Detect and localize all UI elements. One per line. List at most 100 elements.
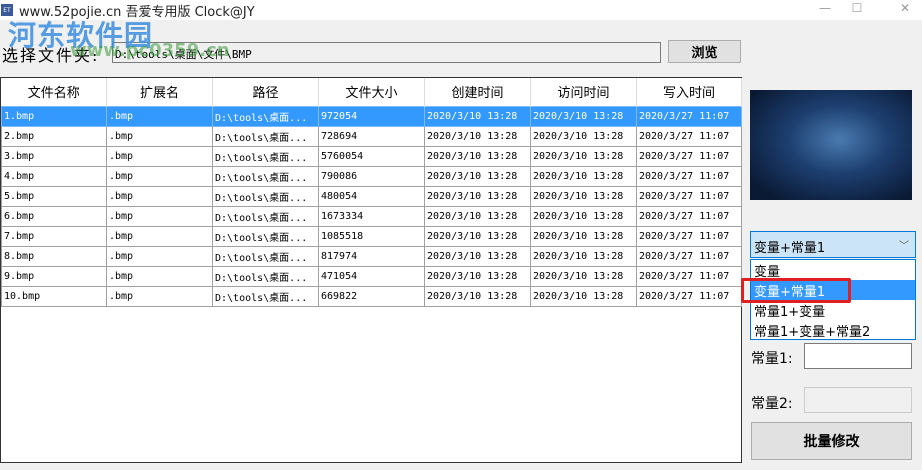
column-header[interactable]: 写入时间 [636, 78, 742, 106]
table-cell: 4.bmp [1, 165, 107, 187]
table-cell: 2020/3/10 13:28 [424, 285, 531, 307]
table-cell: 790086 [318, 165, 425, 187]
table-cell: 10.bmp [1, 285, 107, 307]
table-cell: .bmp [106, 105, 213, 127]
image-preview [750, 90, 912, 200]
table-cell: 2020/3/10 13:28 [424, 205, 531, 227]
table-cell: 2020/3/10 13:28 [424, 185, 531, 207]
table-row[interactable]: 4.bmp .bmp D:\tools\桌面... 790086 2020/3/10 1… [1, 165, 742, 187]
table-cell: 817974 [318, 245, 425, 267]
table-cell: 669822 [318, 285, 425, 307]
table-cell: 2020/3/10 13:28 [530, 205, 637, 227]
table-cell: .bmp [106, 245, 213, 267]
table-cell: 2020/3/27 11:07 [636, 265, 742, 287]
table-row[interactable]: 8.bmp .bmp D:\tools\桌面... 817974 2020/3/10 1… [1, 245, 742, 267]
const1-input[interactable] [804, 343, 912, 369]
table-cell: D:\tools\桌面... [212, 125, 319, 147]
table-cell: 2020/3/27 11:07 [636, 145, 742, 167]
table-row[interactable]: 2.bmp .bmp D:\tools\桌面... 728694 2020/3/10 1… [1, 125, 742, 147]
column-header[interactable]: 路径 [212, 78, 319, 106]
table-cell: 2020/3/10 13:28 [424, 265, 531, 287]
table-cell: D:\tools\桌面... [212, 145, 319, 167]
table-cell: 2020/3/10 13:28 [530, 125, 637, 147]
table-cell: 9.bmp [1, 265, 107, 287]
table-cell: .bmp [106, 265, 213, 287]
table-cell: 2020/3/10 13:28 [530, 265, 637, 287]
table-cell: 480054 [318, 185, 425, 207]
table-cell: 2020/3/27 11:07 [636, 125, 742, 147]
table-cell: 2020/3/27 11:07 [636, 105, 742, 127]
highlight-annotation [741, 278, 851, 303]
dropdown-option[interactable]: 变量 [751, 260, 915, 280]
table-row[interactable]: 10.bmp .bmp D:\tools\桌面... 669822 2020/3/10 … [1, 285, 742, 307]
file-table[interactable]: 文件名称 扩展名 路径 文件大小 创建时间 访问时间 写入时间 1.bmp .bmp D:\to… [0, 77, 742, 463]
table-cell: 5.bmp [1, 185, 107, 207]
table-cell: 2020/3/10 13:28 [424, 165, 531, 187]
table-cell: D:\tools\桌面... [212, 205, 319, 227]
column-header[interactable]: 文件大小 [318, 78, 425, 106]
table-cell: 2020/3/27 11:07 [636, 165, 742, 187]
table-cell: 2020/3/10 13:28 [530, 285, 637, 307]
watermark-url: www.pc0359.cn [70, 40, 230, 61]
table-cell: 1085518 [318, 225, 425, 247]
table-cell: D:\tools\桌面... [212, 245, 319, 267]
table-cell: 2020/3/10 13:28 [530, 185, 637, 207]
table-cell: D:\tools\桌面... [212, 285, 319, 307]
table-cell: 2020/3/10 13:28 [424, 225, 531, 247]
table-cell: 2020/3/10 13:28 [530, 225, 637, 247]
table-cell: 2020/3/10 13:28 [530, 245, 637, 267]
browse-button[interactable]: 浏览 [668, 40, 741, 63]
table-cell: 2020/3/10 13:28 [530, 105, 637, 127]
table-cell: D:\tools\桌面... [212, 265, 319, 287]
table-cell: .bmp [106, 145, 213, 167]
table-cell: .bmp [106, 185, 213, 207]
table-row[interactable]: 1.bmp .bmp D:\tools\桌面... 972054 2020/3/10 1… [1, 105, 742, 127]
table-cell: 972054 [318, 105, 425, 127]
column-header[interactable]: 扩展名 [106, 78, 213, 106]
table-row[interactable]: 7.bmp .bmp D:\tools\桌面... 1085518 2020/3/10 … [1, 225, 742, 247]
table-row[interactable]: 3.bmp .bmp D:\tools\桌面... 5760054 2020/3/10 … [1, 145, 742, 167]
const2-label: 常量2: [751, 396, 793, 412]
table-cell: 2020/3/27 11:07 [636, 225, 742, 247]
minimize-button[interactable]: — [810, 0, 840, 20]
column-header[interactable]: 文件名称 [1, 78, 107, 106]
table-cell: .bmp [106, 285, 213, 307]
table-cell: .bmp [106, 125, 213, 147]
table-cell: .bmp [106, 165, 213, 187]
table-cell: 1.bmp [1, 105, 107, 127]
table-cell: 3.bmp [1, 145, 107, 167]
dropdown-option[interactable]: 常量1+变量 [751, 300, 915, 320]
mode-select[interactable]: 变量+常量1 ﹀ [750, 231, 916, 258]
mode-selected-value: 变量+常量1 [754, 241, 826, 256]
table-cell: 2020/3/10 13:28 [530, 165, 637, 187]
maximize-button[interactable]: ☐ [842, 0, 872, 20]
table-row[interactable]: 6.bmp .bmp D:\tools\桌面... 1673334 2020/3/10 … [1, 205, 742, 227]
column-header[interactable]: 访问时间 [530, 78, 637, 106]
table-cell: 2020/3/27 11:07 [636, 285, 742, 307]
table-cell: 2020/3/10 13:28 [424, 145, 531, 167]
table-cell: 2020/3/27 11:07 [636, 245, 742, 267]
table-cell: 8.bmp [1, 245, 107, 267]
table-row[interactable]: 9.bmp .bmp D:\tools\桌面... 471054 2020/3/10 1… [1, 265, 742, 287]
table-cell: 1673334 [318, 205, 425, 227]
table-cell: 6.bmp [1, 205, 107, 227]
table-cell: .bmp [106, 225, 213, 247]
batch-modify-button[interactable]: 批量修改 [751, 422, 912, 460]
table-cell: .bmp [106, 205, 213, 227]
const2-input[interactable] [804, 387, 912, 413]
table-cell: 2020/3/10 13:28 [424, 245, 531, 267]
const1-label: 常量1: [751, 351, 793, 367]
dropdown-option[interactable]: 常量1+变量+常量2 [751, 320, 915, 340]
table-cell: 2020/3/10 13:28 [530, 145, 637, 167]
close-button[interactable]: ✕ [890, 0, 920, 20]
table-cell: 2020/3/10 13:28 [424, 125, 531, 147]
table-cell: D:\tools\桌面... [212, 105, 319, 127]
table-cell: 5760054 [318, 145, 425, 167]
column-header[interactable]: 创建时间 [424, 78, 531, 106]
table-row[interactable]: 5.bmp .bmp D:\tools\桌面... 480054 2020/3/10 1… [1, 185, 742, 207]
table-cell: D:\tools\桌面... [212, 185, 319, 207]
table-cell: 2020/3/27 11:07 [636, 185, 742, 207]
table-cell: 2020/3/27 11:07 [636, 205, 742, 227]
table-cell: D:\tools\桌面... [212, 225, 319, 247]
table-cell: 728694 [318, 125, 425, 147]
